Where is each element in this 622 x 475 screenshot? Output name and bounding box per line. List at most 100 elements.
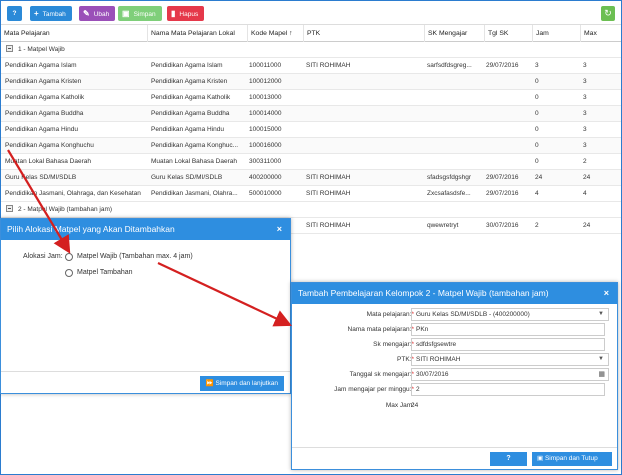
table-row[interactable]: Pendidikan Agama Kristen Pendidikan Agama… (1, 74, 621, 90)
column-header-kode-mapel[interactable]: Kode Mapel ↑ (247, 25, 303, 42)
cell-tgl (486, 106, 528, 122)
dialog-footer: ⏩ Simpan dan lanjutkan (1, 371, 290, 393)
plus-icon: + (34, 9, 39, 18)
cell-ptk: SITI ROHIMAH (306, 62, 351, 69)
cell-tgl (486, 90, 528, 106)
cell-mata-pelajaran: Pendidikan Jasmani, Olahraga, dan Keseha… (5, 190, 141, 197)
field-row-sk: Sk mengajar:* sdfdsfgsewtre (292, 338, 619, 352)
cell-mata-pelajaran: Muatan Lokal Bahasa Daerah (5, 158, 92, 165)
column-header-ptk[interactable]: PTK (303, 25, 424, 42)
column-header-sk-mengajar[interactable]: SK Mengajar (424, 25, 484, 42)
close-icon[interactable]: × (277, 219, 282, 240)
calendar-icon[interactable]: ▦ (598, 369, 605, 380)
close-icon[interactable]: × (604, 283, 609, 304)
cell-max: 3 (583, 110, 587, 117)
column-header-mata-pelajaran[interactable]: Mata Pelajaran (1, 25, 147, 42)
cell-mata-pelajaran: Pendidikan Agama Konghuchu (5, 142, 94, 149)
cell-ptk (306, 138, 421, 154)
dialog-title: Pilih Alokasi Matpel yang Akan Ditambahk… (1, 219, 290, 240)
radio-matpel-wajib[interactable] (65, 253, 73, 261)
cell-sk (427, 90, 479, 106)
save-continue-button[interactable]: ⏩ Simpan dan lanjutkan (199, 376, 284, 391)
save-button-label: Simpan (133, 11, 156, 18)
table-row[interactable]: Muatan Lokal Bahasa Daerah Muatan Lokal B… (1, 154, 621, 170)
radio-matpel-tambahan[interactable] (65, 269, 73, 277)
cell-sk (427, 106, 479, 122)
tambah-pembelajaran-dialog: Tambah Pembelajaran Kelompok 2 - Matpel … (291, 282, 618, 470)
collapse-icon[interactable] (6, 205, 13, 212)
table-row[interactable]: Pendidikan Agama Hindu Pendidikan Agama H… (1, 122, 621, 138)
cell-ptk (306, 154, 421, 170)
help-button[interactable]: ? (7, 6, 22, 21)
cell-mata-pelajaran: Guru Kelas SD/MI/SDLB (5, 174, 77, 181)
group-header-matpel-wajib[interactable]: 1 - Matpel Wajib (1, 42, 621, 58)
column-header-tgl-sk[interactable]: Tgl SK (484, 25, 532, 42)
cell-ptk: SITI ROHIMAH (306, 190, 351, 197)
jam-mengajar-input[interactable]: 2 (411, 383, 605, 396)
cell-tgl (486, 138, 528, 154)
cell-sk (427, 74, 479, 90)
radio-matpel-wajib-label[interactable]: Matpel Wajib (Tambahan max. 4 jam) (77, 253, 193, 260)
cell-sk: qwewretryt (427, 222, 459, 229)
sk-mengajar-input[interactable]: sdfdsfgsewtre (411, 338, 605, 351)
cell-max: 3 (583, 78, 587, 85)
table-row[interactable]: Pendidikan Agama Konghuchu Pendidikan Aga… (1, 138, 621, 154)
refresh-icon: ↻ (604, 8, 612, 18)
refresh-button[interactable]: ↻ (601, 6, 615, 21)
field-row-max: Max Jam: 24 (292, 399, 619, 413)
cell-sk (427, 154, 479, 170)
save-close-label: Simpan dan Tutup (544, 455, 598, 462)
collapse-icon[interactable] (6, 45, 13, 52)
nama-mata-pelajaran-input[interactable]: PKn (411, 323, 605, 336)
cell-mata-pelajaran: Pendidikan Agama Katholik (5, 94, 85, 101)
table-row[interactable]: Guru Kelas SD/MI/SDLB Guru Kelas SD/MI/SD… (1, 170, 621, 186)
table-row[interactable]: Pendidikan Agama Islam Pendidikan Agama I… (1, 58, 621, 74)
table-row[interactable]: Pendidikan Agama Katholik Pendidikan Agam… (1, 90, 621, 106)
table-row[interactable]: Pendidikan Jasmani, Olahraga, dan Keseha… (1, 186, 621, 202)
cell-nama-lokal: Pendidikan Jasmani, Olahra... (151, 190, 238, 197)
tanggal-sk-input[interactable]: 30/07/2016 ▦ (411, 368, 609, 381)
max-jam-label: Max Jam: (385, 402, 414, 409)
alokasi-dialog: Pilih Alokasi Matpel yang Akan Ditambahk… (0, 218, 291, 394)
column-header-max[interactable]: Max (580, 25, 621, 42)
field-row-tanggal: Tanggal sk mengajar:* 30/07/2016 ▦ (292, 368, 619, 382)
group-header-tambahan-jam[interactable]: 2 - Matpel Wajib (tambahan jam) (1, 202, 621, 218)
cell-jam: 0 (535, 94, 539, 101)
help-button[interactable]: ? (490, 452, 527, 466)
save-button[interactable]: ▣ Simpan (118, 6, 162, 21)
cell-ptk: SITI ROHIMAH (306, 222, 351, 229)
edit-button[interactable]: ✎ Ubah (79, 6, 116, 21)
add-button[interactable]: + Tambah (30, 6, 72, 21)
cell-kode: 100013000 (249, 94, 282, 101)
trash-icon: ▮ (171, 9, 176, 18)
cell-mata-pelajaran: Pendidikan Agama Kristen (5, 78, 82, 85)
cell-mata-pelajaran: Pendidikan Agama Islam (5, 62, 77, 69)
delete-button[interactable]: ▮ Hapus (167, 6, 205, 21)
cell-nama-lokal: Pendidikan Agama Katholik (151, 94, 231, 101)
cell-jam: 2 (535, 222, 539, 229)
cell-ptk: SITI ROHIMAH (306, 174, 351, 181)
radio-matpel-tambahan-label[interactable]: Matpel Tambahan (77, 269, 133, 276)
edit-button-label: Ubah (93, 11, 110, 18)
cell-ptk (306, 106, 421, 122)
cell-sk (427, 138, 479, 154)
cell-max: 3 (583, 126, 587, 133)
cell-tgl: 29/07/2016 (486, 190, 519, 197)
cell-nama-lokal: Pendidikan Agama Kristen (151, 78, 228, 85)
alokasi-label: Alokasi Jam: (23, 253, 63, 260)
field-row-mata-pelajaran: Mata pelajaran:* Guru Kelas SD/MI/SDLB -… (292, 308, 619, 322)
cell-jam: 0 (535, 126, 539, 133)
cell-ptk (306, 74, 421, 90)
mata-pelajaran-label: Mata pelajaran:* (366, 311, 414, 318)
field-row-ptk: PTK:* SITI ROHIMAH ▼ (292, 353, 619, 367)
cell-nama-lokal: Pendidikan Agama Konghuc... (151, 142, 239, 149)
cell-jam: 0 (535, 142, 539, 149)
ptk-select[interactable]: SITI ROHIMAH ▼ (411, 353, 609, 366)
table-row[interactable]: Pendidikan Agama Buddha Pendidikan Agama … (1, 106, 621, 122)
save-close-button[interactable]: ▣ Simpan dan Tutup (532, 452, 612, 466)
column-header-nama-lokal[interactable]: Nama Mata Pelajaran Lokal (147, 25, 247, 42)
column-header-jam[interactable]: Jam (532, 25, 580, 42)
field-row-nama: Nama mata pelajaran:* PKn (292, 323, 619, 337)
cell-tgl (486, 154, 528, 170)
mata-pelajaran-select[interactable]: Guru Kelas SD/MI/SDLB - (400200000) ▼ (411, 308, 609, 321)
